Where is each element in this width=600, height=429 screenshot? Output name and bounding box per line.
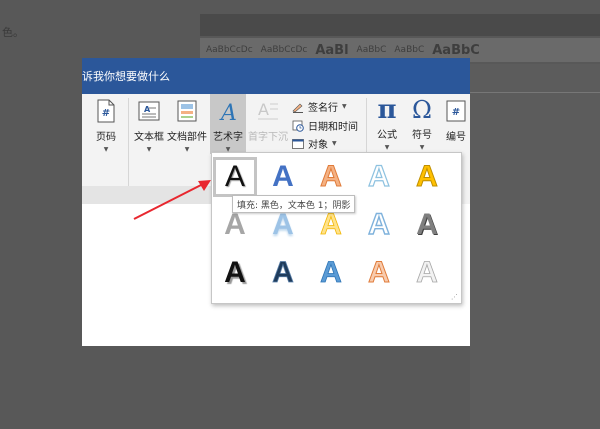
number-icon: # <box>444 98 468 124</box>
wordart-button[interactable]: A 艺术字 ▼ <box>210 94 246 154</box>
wordart-style-4[interactable]: A <box>357 157 401 197</box>
wordart-style-15[interactable]: A <box>405 253 449 293</box>
background-text: 色。 <box>2 26 24 39</box>
quick-parts-icon <box>175 98 199 124</box>
page-number-label: 页码 <box>96 132 116 143</box>
wordart-style-13[interactable]: A <box>309 253 353 293</box>
drop-cap-button[interactable]: A 首字下沉 <box>248 98 288 143</box>
wordart-style-2[interactable]: A <box>261 157 305 197</box>
wordart-style-3[interactable]: A <box>309 157 353 197</box>
wordart-style-12[interactable]: A <box>261 253 305 293</box>
background-style-sample: AaBbC <box>432 42 480 58</box>
calendar-clock-icon <box>292 120 304 132</box>
page-number-icon: # <box>94 98 118 124</box>
text-box-button[interactable]: A 文本框 ▼ <box>134 98 164 153</box>
ruler-margin <box>82 186 212 204</box>
equation-button[interactable]: π 公式 ▼ <box>375 95 399 151</box>
background-style-sample: AaBbCcDc <box>206 45 253 55</box>
page-number-button[interactable]: # 页码 ▼ <box>94 98 118 153</box>
background-panel <box>470 64 600 429</box>
quick-parts-button[interactable]: 文档部件 ▼ <box>167 98 207 153</box>
drop-cap-label: 首字下沉 <box>248 132 288 143</box>
wordart-label: 艺术字 <box>213 132 243 143</box>
svg-text:#: # <box>102 108 110 119</box>
wordart-style-10[interactable]: A <box>405 205 449 245</box>
background-toolbar <box>200 14 600 36</box>
svg-text:A: A <box>219 101 237 123</box>
text-box-label: 文本框 <box>134 132 164 143</box>
title-bar: 诉我你想要做什么 <box>82 58 470 94</box>
symbol-label: 符号 <box>412 130 432 141</box>
pi-icon: π <box>377 95 397 125</box>
object-icon <box>292 138 304 149</box>
chevron-down-icon: ▼ <box>103 146 109 153</box>
tell-me-search[interactable]: 诉我你想要做什么 <box>82 68 170 84</box>
background-style-sample: AaBbC <box>356 45 387 55</box>
wordart-gallery: A A A A A A A A A A A A A A A ⋰ <box>211 152 462 304</box>
equation-label: 公式 <box>377 130 397 141</box>
background-divider <box>470 92 600 93</box>
symbol-button[interactable]: Ω 符号 ▼ <box>410 96 434 151</box>
wordart-style-14[interactable]: A <box>357 253 401 293</box>
drop-cap-icon: A <box>256 98 280 124</box>
wordart-style-1[interactable]: A <box>213 157 257 197</box>
background-style-sample: AaBl <box>315 42 349 58</box>
wordart-tooltip: 填充: 黑色，文本色 1；阴影 <box>232 195 356 213</box>
background-style-sample: AaBbCcDc <box>260 45 308 55</box>
object-button[interactable]: 对象 ▼ <box>292 136 337 151</box>
number-label: 编号 <box>446 132 466 143</box>
date-time-button[interactable]: 日期和时间 <box>292 118 358 133</box>
chevron-down-icon: ▼ <box>184 146 190 153</box>
svg-text:#: # <box>452 107 460 118</box>
signature-icon <box>292 103 303 113</box>
quick-parts-label: 文档部件 <box>167 132 207 143</box>
signature-line-label: 签名行 <box>308 103 338 114</box>
resize-grip-icon[interactable]: ⋰ <box>451 293 458 301</box>
object-label: 对象 <box>308 140 328 151</box>
chevron-down-icon: ▼ <box>419 144 425 151</box>
chevron-down-icon: ▼ <box>332 140 337 147</box>
wordart-icon: A <box>216 98 240 124</box>
signature-line-button[interactable]: 签名行 ▼ <box>292 99 347 114</box>
number-button[interactable]: # 编号 <box>444 98 468 143</box>
wordart-style-11[interactable]: A <box>213 253 257 293</box>
wordart-style-9[interactable]: A <box>357 205 401 245</box>
background-style-sample: AaBbC <box>394 45 425 55</box>
omega-icon: Ω <box>412 96 432 124</box>
svg-text:A: A <box>144 105 151 114</box>
chevron-down-icon: ▼ <box>342 103 347 110</box>
wordart-style-5[interactable]: A <box>405 157 449 197</box>
chevron-down-icon: ▼ <box>146 146 152 153</box>
svg-text:A: A <box>258 100 269 119</box>
text-box-icon: A <box>137 98 161 124</box>
chevron-down-icon: ▼ <box>384 144 390 151</box>
date-time-label: 日期和时间 <box>308 122 358 133</box>
